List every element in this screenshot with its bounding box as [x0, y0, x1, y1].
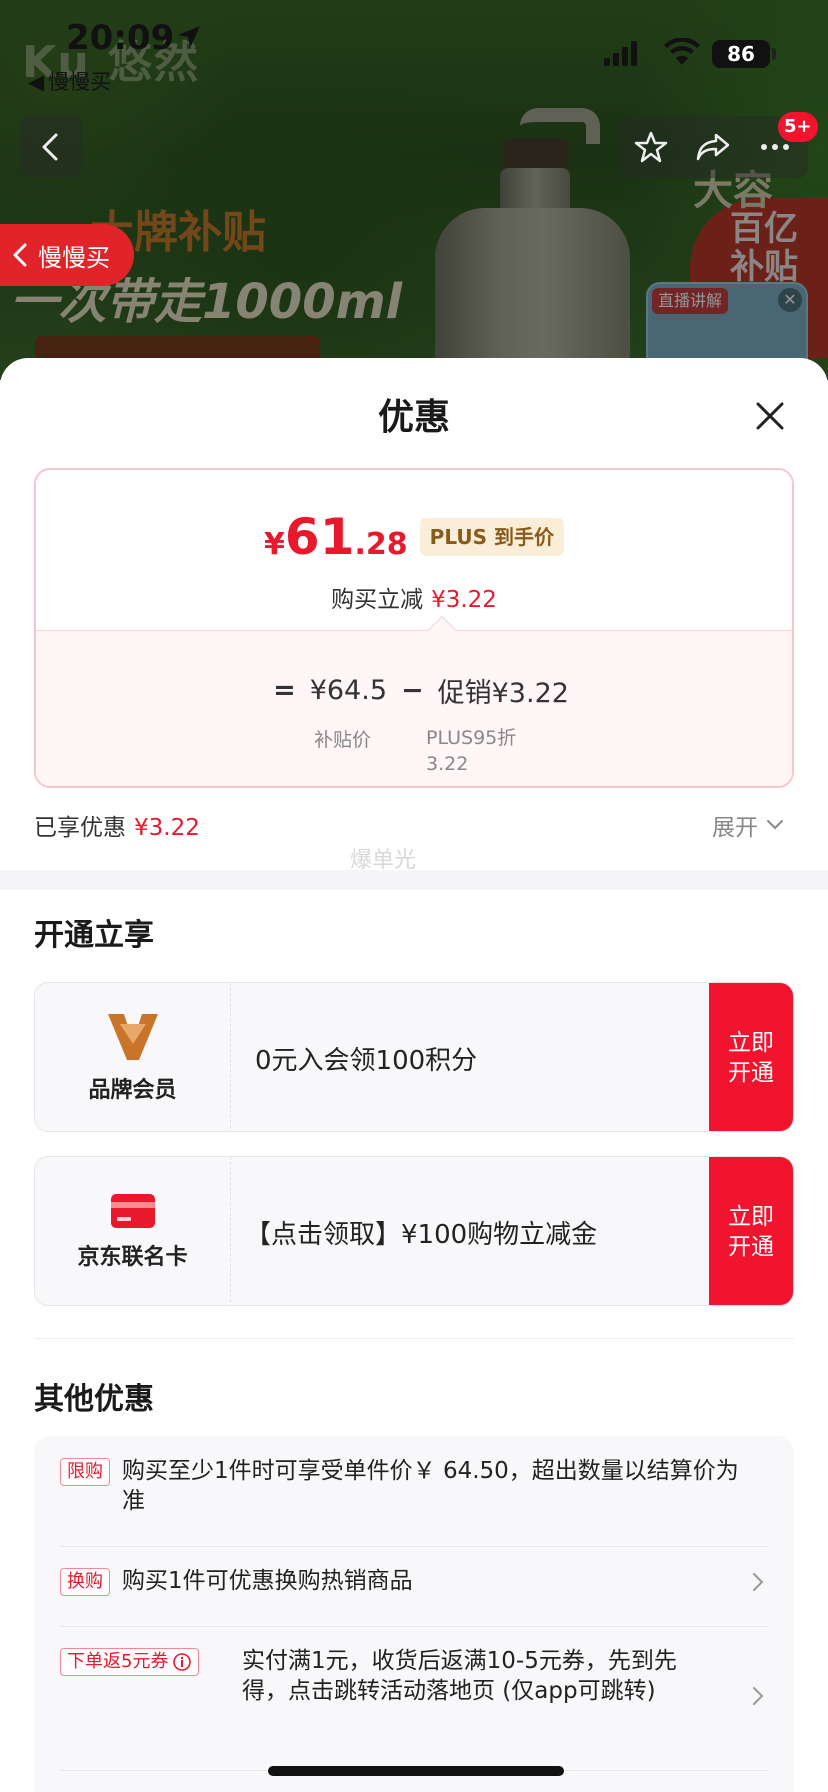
sheet-title: 优惠 [377, 397, 450, 438]
status-time: 20:09 [66, 18, 175, 58]
close-icon[interactable] [748, 394, 792, 438]
price-calculation: = ¥64.5 − 促销¥3.22 补贴价 PLUS95折 3.22 [36, 630, 792, 786]
discount-sheet: 优惠 ¥ 61 .28 PLUS 到手价 购买立减 ¥3.22 = ¥64.5 −… [0, 358, 828, 1792]
minus-sign: − [401, 675, 424, 706]
jd-card-info: 京东联名卡 [35, 1157, 231, 1305]
expand-button[interactable]: 展开 [712, 808, 784, 842]
promo-amount: 促销¥3.22 [437, 678, 569, 709]
section-divider [0, 870, 828, 890]
wifi-icon [664, 38, 700, 65]
exchange-text: 购买1件可优惠换购热销商品 [122, 1568, 413, 1594]
chevron-left-icon [13, 243, 27, 267]
subsidy-price: ¥64.5 [309, 675, 387, 706]
plus-price-tag: PLUS 到手价 [419, 518, 564, 556]
equals-sign: = [273, 675, 296, 706]
home-indicator[interactable] [268, 1766, 564, 1776]
message-count-badge: 5+ [778, 112, 818, 142]
float-back-button[interactable]: 慢慢买 [0, 224, 134, 286]
brand-member-offer: 0元入会领100积分 [255, 1045, 478, 1076]
enjoyed-label: 已享优惠 [34, 815, 126, 841]
limit-tag: 限购 [60, 1458, 110, 1486]
brand-member-name: 品牌会员 [88, 1078, 177, 1103]
section-separator [34, 1338, 794, 1339]
list-divider [60, 1626, 768, 1627]
reduce-label: 购买立减 [331, 587, 424, 613]
back-to-app[interactable]: ◀ 慢慢买 [28, 66, 111, 96]
coupon-tag: 下单返5元券 [60, 1648, 200, 1676]
price-currency: ¥ [264, 527, 285, 562]
exchange-tag: 换购 [60, 1568, 110, 1596]
info-icon [173, 1653, 192, 1671]
brand-member-logo-icon [107, 1014, 158, 1060]
expand-label: 展开 [712, 815, 758, 841]
enjoyed-value: ¥3.22 [134, 815, 200, 841]
other-section-title: 其他优惠 [34, 1382, 154, 1417]
chevron-left-icon [20, 116, 82, 178]
list-divider [60, 1546, 768, 1547]
battery-tip [772, 48, 776, 60]
float-back-label: 慢慢买 [38, 243, 110, 272]
calc-formula: = ¥64.5 − 促销¥3.22 [36, 671, 792, 710]
status-bar: 20:09 ◀ 慢慢买 86 [0, 0, 828, 94]
final-price-area: ¥ 61 .28 PLUS 到手价 购买立减 ¥3.22 [36, 470, 792, 630]
promo-description: PLUS95折 3.22 [426, 727, 517, 775]
list-item-exchange[interactable]: 换购 购买1件可优惠换购热销商品 [60, 1568, 768, 1608]
other-benefits-list: 限购 购买至少1件时可享受单件价￥ 64.50，超出数量以结算价为准 换购 购买… [34, 1436, 794, 1792]
jd-card-offer: 【点击领取】¥100购物立减金 [245, 1219, 598, 1250]
list-item-limit: 限购 购买至少1件时可享受单件价￥ 64.50，超出数量以结算价为准 [60, 1458, 768, 1518]
back-app-label: 慢慢买 [48, 70, 112, 94]
share-icon[interactable] [682, 116, 744, 178]
star-icon[interactable] [620, 116, 682, 178]
final-price: ¥ 61 .28 PLUS 到手价 [36, 508, 792, 566]
battery-indicator: 86 [712, 40, 770, 68]
subsidy-price-label: 补贴价 [314, 729, 372, 751]
list-item-coupon[interactable]: 下单返5元券 实付满1元，收货后返满10-5元券，先到先得，点击跳转活动落地页 … [60, 1648, 768, 1748]
coupon-text: 实付满1元，收货后返满10-5元券，先到先得，点击跳转活动落地页 (仅app可跳… [242, 1648, 677, 1704]
jd-card-name: 京东联名卡 [77, 1245, 188, 1270]
chevron-right-icon [753, 1687, 764, 1705]
price-breakdown-card: ¥ 61 .28 PLUS 到手价 购买立减 ¥3.22 = ¥64.5 − 促销… [34, 468, 794, 788]
coupon-tag-label: 下单返5元券 [67, 1651, 169, 1672]
chevron-down-icon [767, 820, 783, 830]
open-brand-member-button[interactable]: 立即开通 [709, 983, 793, 1131]
cellular-signal-icon [604, 41, 637, 66]
credit-card-icon [110, 1194, 155, 1228]
brand-member-info: 品牌会员 [35, 983, 231, 1131]
nav-back-button[interactable] [20, 116, 82, 178]
open-section-title: 开通立享 [34, 918, 154, 953]
price-decimal: .28 [354, 527, 408, 562]
reduce-value: ¥3.22 [431, 587, 497, 613]
open-jd-card-button[interactable]: 立即开通 [709, 1157, 793, 1305]
enjoyed-discount: 已享优惠 ¥3.22 [34, 808, 200, 842]
price-integer: 61 [284, 508, 355, 566]
location-arrow-icon [178, 26, 200, 48]
brand-member-card[interactable]: 品牌会员 0元入会领100积分 立即开通 [34, 982, 794, 1132]
instant-reduction: 购买立减 ¥3.22 [36, 580, 792, 614]
limit-text: 购买至少1件时可享受单件价￥ 64.50，超出数量以结算价为准 [122, 1458, 739, 1514]
jd-cobrand-card[interactable]: 京东联名卡 【点击领取】¥100购物立减金 立即开通 [34, 1156, 794, 1306]
chevron-right-icon [753, 1573, 764, 1591]
